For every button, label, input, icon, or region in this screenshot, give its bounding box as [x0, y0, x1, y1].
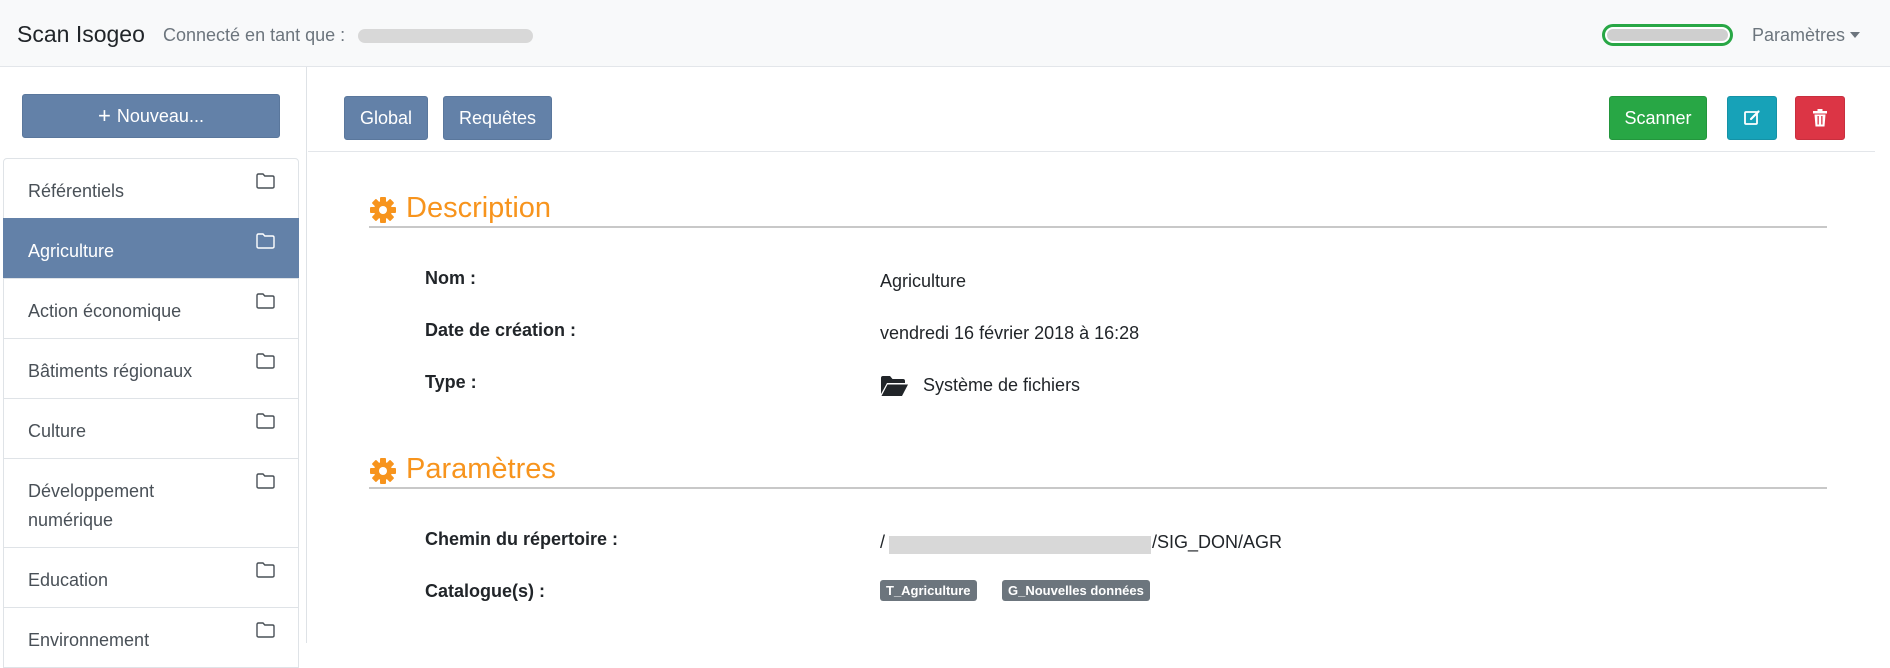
scan-progress-bar [1602, 24, 1733, 46]
trash-icon [1813, 109, 1827, 127]
caret-down-icon [1850, 32, 1861, 38]
redacted-username [358, 29, 533, 43]
redacted-path [889, 536, 1151, 554]
edit-button[interactable] [1727, 96, 1777, 140]
sidebar-folder-item[interactable]: Bâtiments régionaux [3, 338, 299, 399]
catalogs-label: Catalogue(s) : [425, 581, 546, 601]
settings-dropdown[interactable]: Paramètres [1752, 25, 1861, 46]
parameters-section-header: Paramètres [369, 447, 1827, 489]
sidebar-folder-item[interactable]: Culture [3, 398, 299, 459]
scan-progress-fill [1607, 29, 1728, 41]
app-brand[interactable]: Scan Isogeo [17, 21, 145, 48]
sidebar-folder-label: Action économique [28, 301, 182, 321]
sidebar-folder-item[interactable]: Environnement [3, 607, 299, 668]
sidebar: + Nouveau... Référentiels Agriculture Acti… [0, 67, 307, 668]
type-label: Type : [425, 372, 477, 392]
sidebar-folder-label: Education [28, 570, 109, 590]
gear-icon [370, 197, 396, 223]
folder-icon [256, 353, 275, 369]
creation-date-value: vendredi 16 février 2018 à 16:28 [880, 323, 1140, 343]
sidebar-folder-label: Bâtiments régionaux [28, 361, 193, 381]
catalog-badge[interactable]: T_Agriculture [880, 580, 977, 601]
folder-icon [256, 473, 275, 489]
creation-date-label: Date de création : [425, 320, 577, 340]
name-value: Agriculture [880, 271, 967, 291]
new-button[interactable]: + Nouveau... [22, 94, 280, 138]
directory-path-prefix: / [880, 532, 886, 552]
sidebar-folder-label: Environnement [28, 630, 150, 650]
connected-user-label: Connecté en tant que : [163, 25, 346, 45]
settings-dropdown-label: Paramètres [1752, 25, 1846, 45]
directory-path-label: Chemin du répertoire : [425, 529, 619, 549]
sidebar-folder-label: Culture [28, 421, 87, 441]
scan-button[interactable]: Scanner [1609, 96, 1707, 140]
parameters-title: Paramètres [406, 453, 556, 485]
folder-icon [256, 293, 275, 309]
type-value: Système de fichiers [923, 375, 1081, 395]
catalog-badge[interactable]: G_Nouvelles données [1002, 580, 1150, 601]
edit-icon [1744, 110, 1760, 125]
sidebar-folder-item[interactable]: Agriculture [3, 218, 299, 279]
folder-icon [256, 233, 275, 249]
sidebar-folder-item[interactable]: Référentiels [3, 158, 299, 219]
sidebar-folder-label: Agriculture [28, 241, 115, 261]
sidebar-folder-item[interactable]: Action économique [3, 278, 299, 339]
directory-path-suffix: /SIG_DON/AGR [1152, 532, 1283, 552]
description-title: Description [406, 192, 552, 224]
description-section-header: Description [369, 186, 1827, 228]
new-button-label: Nouveau... [116, 105, 204, 126]
plus-icon: + [98, 103, 111, 128]
sidebar-folder-label: Développement numérique [28, 481, 155, 530]
folder-icon [256, 413, 275, 429]
queries-button[interactable]: Requêtes [443, 96, 553, 140]
global-button[interactable]: Global [344, 96, 429, 140]
sidebar-folder-item[interactable]: Développement numérique [3, 458, 299, 548]
gear-icon [370, 458, 396, 484]
name-label: Nom : [425, 268, 476, 288]
main-toolbar: Global Requêtes Scanner [308, 67, 1875, 152]
delete-button[interactable] [1795, 96, 1845, 140]
folder-open-icon [881, 376, 908, 396]
folder-list: Référentiels Agriculture Action économique… [3, 158, 299, 668]
top-navbar: Scan Isogeo Connecté en tant que : Param… [0, 0, 1890, 67]
folder-icon [256, 622, 275, 638]
sidebar-folder-item[interactable]: Education [3, 547, 299, 608]
sidebar-folder-label: Référentiels [28, 181, 125, 201]
folder-icon [256, 173, 275, 189]
folder-icon [256, 562, 275, 578]
